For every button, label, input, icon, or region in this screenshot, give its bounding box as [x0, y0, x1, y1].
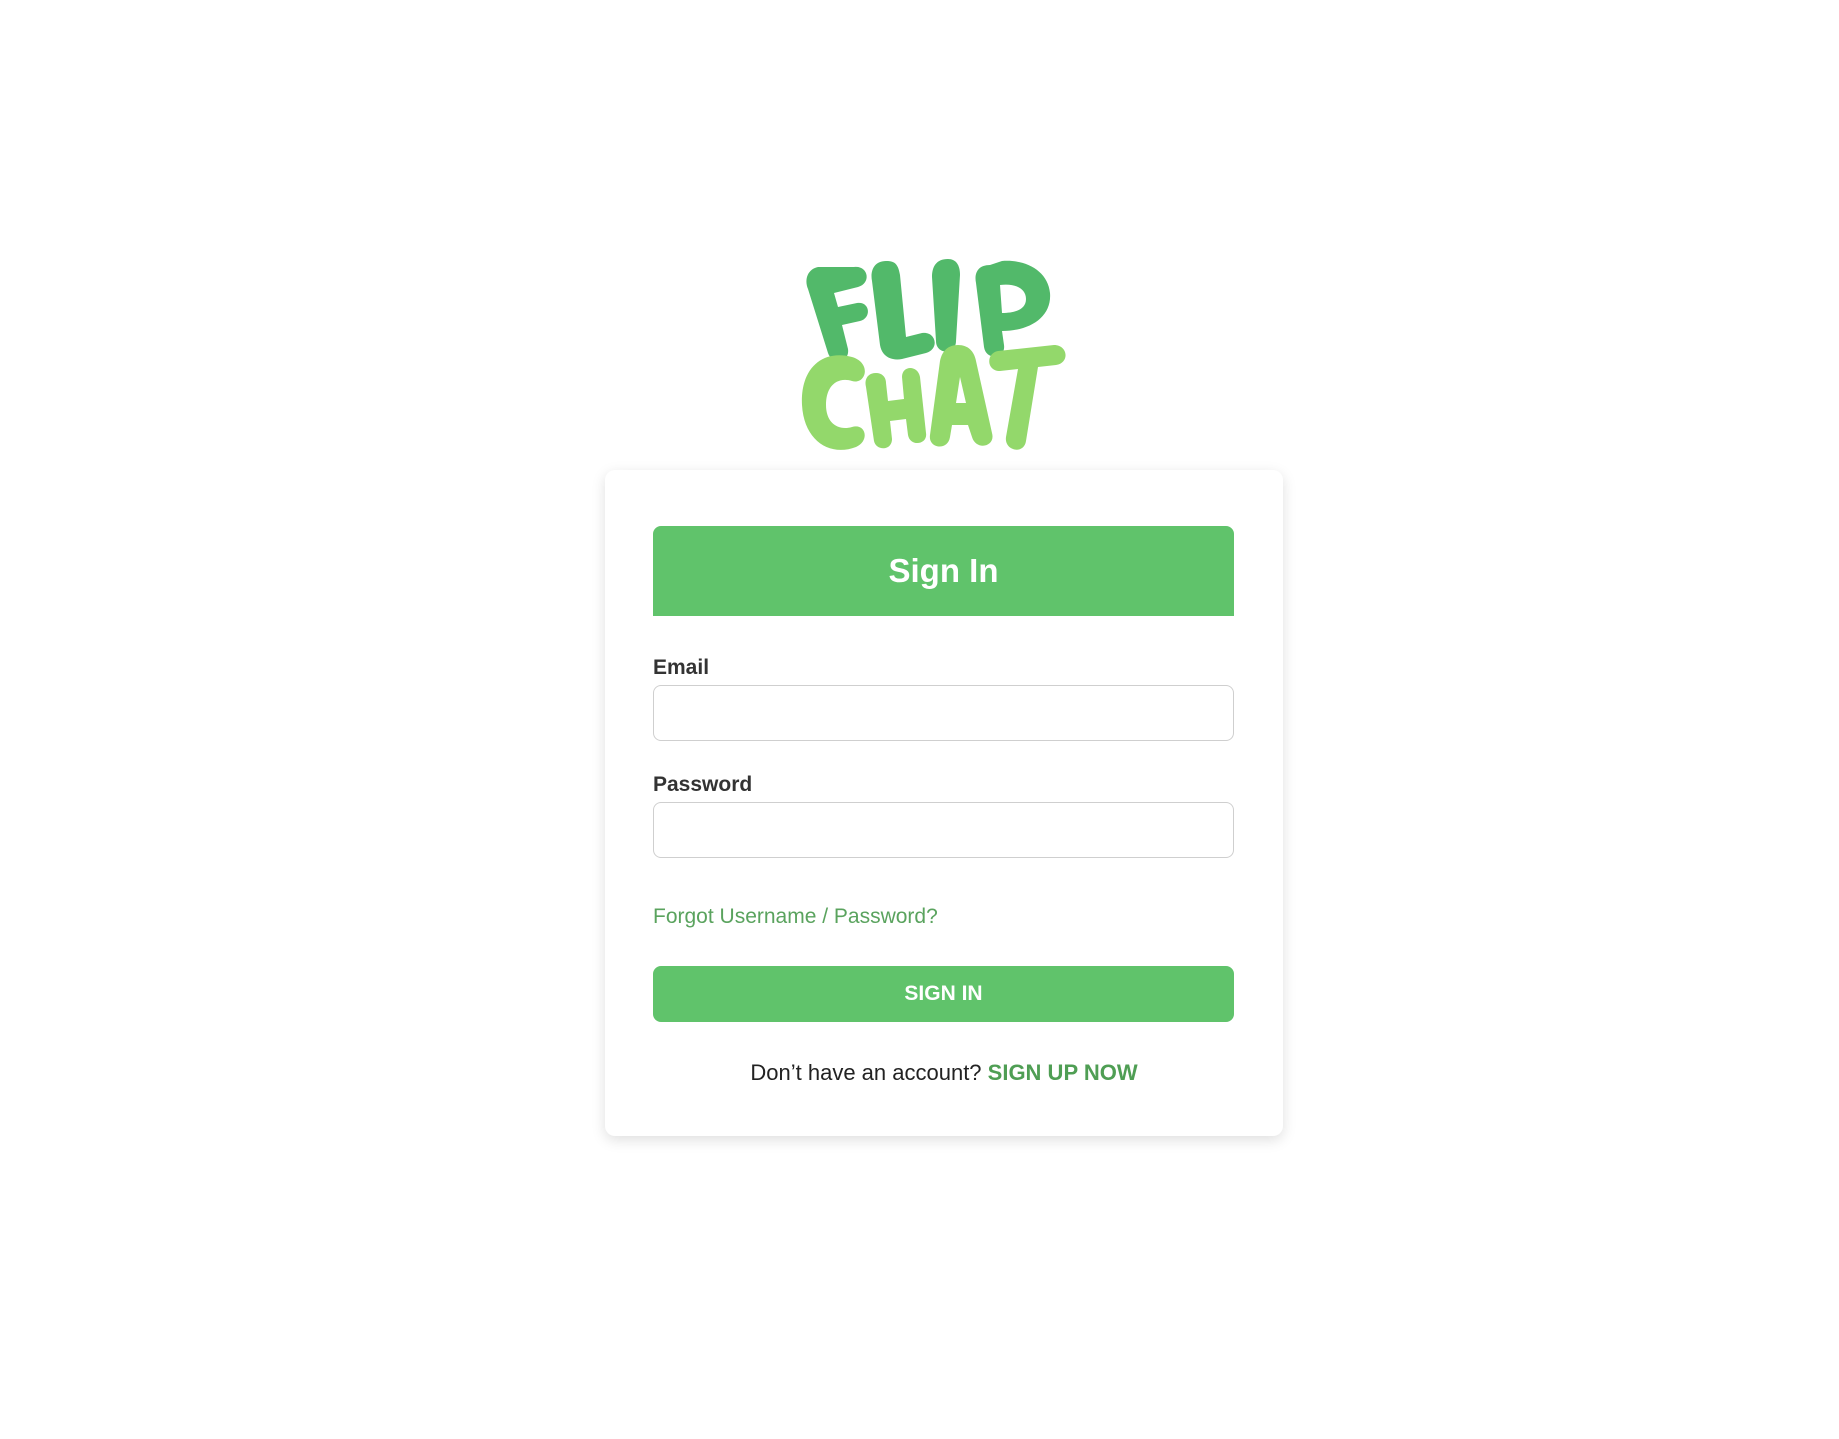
- forgot-password-link[interactable]: Forgot Username / Password?: [653, 905, 938, 929]
- password-label: Password: [653, 773, 753, 796]
- email-label: Email: [653, 656, 710, 679]
- password-input[interactable]: [653, 802, 1234, 858]
- flipchat-logo: [801, 259, 1066, 450]
- signup-row: Don’t have an account? SIGN UP NOW: [605, 1060, 1283, 1086]
- sign-in-card: Sign In Email Password Forgot Username /…: [605, 470, 1283, 1136]
- card-title: Sign In: [888, 552, 999, 589]
- sign-up-link[interactable]: SIGN UP NOW: [988, 1060, 1138, 1085]
- email-input[interactable]: [653, 685, 1234, 741]
- sign-in-button[interactable]: SIGN IN: [653, 966, 1234, 1022]
- sign-in-page: Sign In Email Password Forgot Username /…: [0, 0, 1839, 1439]
- card-header: Sign In: [653, 526, 1234, 616]
- signup-prompt: Don’t have an account?: [750, 1060, 988, 1085]
